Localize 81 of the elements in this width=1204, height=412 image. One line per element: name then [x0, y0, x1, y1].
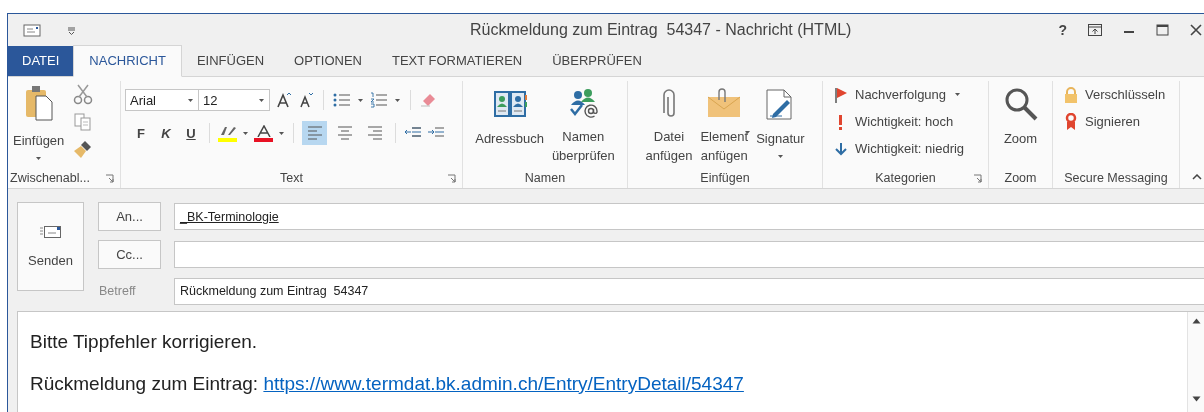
ribbon-button[interactable]: Wichtigkeit: niedrig	[827, 138, 984, 159]
ribbon-button[interactable]: Verschlüsseln	[1057, 84, 1175, 105]
format-button[interactable]: K	[156, 125, 176, 141]
link[interactable]: https://www.termdat.bk.admin.ch/Entry/EntryDetail/54347	[263, 373, 744, 394]
down-arrow-icon	[835, 141, 847, 156]
caret-icon[interactable]	[394, 97, 401, 103]
scrollbar[interactable]	[1187, 312, 1204, 412]
highlighter-icon[interactable]	[218, 124, 237, 137]
group-label: Text	[280, 171, 303, 185]
padlock-icon	[1064, 86, 1078, 103]
flag-icon	[834, 86, 848, 103]
group-label: Zoom	[1004, 171, 1037, 185]
scissors-icon[interactable]	[73, 83, 94, 105]
caret-icon[interactable]	[242, 130, 249, 136]
dialog-launcher-icon[interactable]	[105, 174, 114, 183]
ribbon-button[interactable]: Adressbuch	[472, 81, 547, 165]
paperclip-icon	[661, 87, 676, 119]
caret-icon	[187, 97, 194, 103]
group-label: Namen	[524, 171, 566, 185]
caret-icon	[258, 97, 265, 103]
group-label: Secure Messaging	[1064, 171, 1168, 185]
align-left-icon	[306, 125, 323, 141]
address-book-icon	[492, 89, 527, 119]
caret-icon[interactable]	[278, 130, 285, 136]
align-right-icon	[366, 125, 383, 141]
group-label: Kategorien	[875, 171, 936, 185]
ribbon-button[interactable]: Nachverfolgung	[827, 84, 984, 105]
bullet-list-icon[interactable]	[333, 92, 351, 108]
send-button[interactable]: Senden	[17, 202, 84, 291]
to-button[interactable]: An...	[98, 202, 161, 231]
collapse-icon[interactable]	[1192, 174, 1202, 180]
align-center-icon	[336, 125, 353, 141]
font-size-field[interactable]: 12	[198, 89, 270, 111]
ribbon-tab[interactable]: TEXT FORMATIEREN	[376, 46, 538, 76]
close-icon[interactable]	[1190, 23, 1202, 36]
ribbon-button[interactable]: Signatur	[753, 81, 808, 165]
ribbon-tab[interactable]: EINFÜGEN	[181, 46, 280, 76]
window-title: Rückmeldung zum Eintrag 54347 - Nachricht (HTML)	[468, 20, 853, 39]
ribbon-tab[interactable]: NACHRICHT	[73, 45, 182, 77]
to-field[interactable]: _BK-Terminologie	[174, 203, 1204, 230]
cc-button[interactable]: Cc...	[98, 240, 161, 269]
ribbon-button[interactable]: Zoom	[1000, 81, 1041, 165]
subject-field[interactable]: Rückmeldung zum Eintrag 54347	[174, 277, 1204, 305]
ribbon-tab[interactable]: ÜBERPRÜFEN	[537, 46, 657, 76]
envelope-icon[interactable]	[23, 22, 41, 37]
font-field[interactable]: Arial	[125, 89, 199, 111]
decrease-indent-icon[interactable]	[404, 126, 422, 140]
cc-field[interactable]	[174, 241, 1204, 268]
scroll-down-icon[interactable]	[1191, 396, 1201, 402]
group-label: Einfügen	[700, 171, 750, 185]
grow-font-icon[interactable]	[276, 92, 292, 108]
group-label: Zwischenabl...	[10, 171, 90, 185]
subject-label: Betreff	[98, 284, 137, 298]
ribbon-button[interactable]: Namen überprüfen	[548, 81, 618, 165]
format-button[interactable]: U	[181, 125, 201, 141]
clipboard-icon	[23, 85, 54, 121]
customize-icon[interactable]	[67, 24, 76, 35]
ribbon-display-icon[interactable]	[1088, 23, 1102, 36]
ribbon-tab[interactable]: OPTIONEN	[279, 46, 377, 76]
dialog-launcher-icon[interactable]	[447, 174, 456, 183]
ribbon-tab[interactable]: DATEI	[8, 46, 74, 76]
search-icon	[1003, 87, 1038, 121]
body-text: Bitte Tippfehler korrigieren.	[30, 331, 259, 353]
ribbon-award-icon	[1065, 113, 1077, 130]
ribbon-button[interactable]: Datei anfügen	[642, 81, 696, 165]
ribbon-button[interactable]: Signieren	[1057, 111, 1175, 132]
send-envelope-icon	[39, 225, 62, 239]
brush-icon[interactable]	[73, 139, 94, 159]
shrink-font-icon[interactable]	[298, 92, 314, 108]
ribbon-button[interactable]: Element anfügen	[697, 81, 752, 165]
dialog-launcher-icon[interactable]	[973, 174, 982, 183]
help-button[interactable]: ?	[1058, 21, 1067, 38]
format-button[interactable]: F	[131, 125, 151, 141]
scroll-up-icon[interactable]	[1191, 318, 1201, 324]
caret-icon[interactable]	[357, 97, 364, 103]
maximize-icon[interactable]	[1156, 23, 1169, 36]
ribbon-button[interactable]: Wichtigkeit: hoch	[827, 111, 984, 132]
font-color-icon[interactable]	[256, 124, 271, 137]
body-text: Rückmeldung zum Eintrag: https://www.termdat.bk.admin.ch/Entry/EntryDetail/54347	[30, 373, 745, 395]
paste-button[interactable]: Einfügen	[10, 81, 68, 165]
envelope-clip-icon	[707, 88, 742, 118]
